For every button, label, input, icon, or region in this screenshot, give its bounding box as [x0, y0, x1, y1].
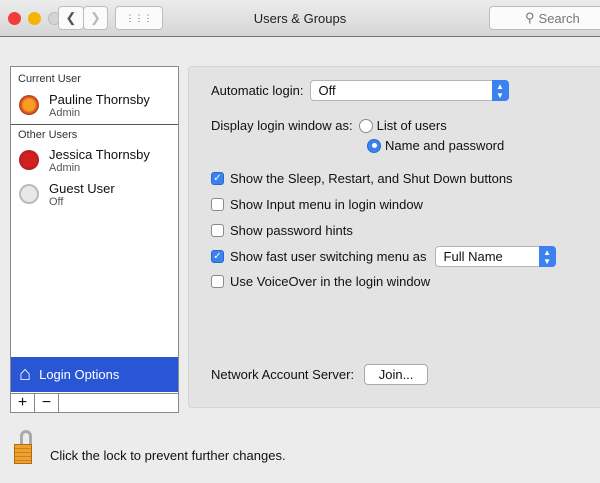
title-bar: ❮ ❯ ⋮⋮⋮ Users & Groups ⚲ Search — [0, 0, 600, 37]
radio-list-of-users[interactable] — [358, 118, 373, 133]
login-options-item[interactable]: ⌂ Login Options — [11, 357, 178, 392]
user-item-pauline[interactable]: Pauline Thornsby Admin — [19, 92, 150, 119]
search-field[interactable]: ⚲ Search — [489, 6, 600, 30]
network-server-label: Network Account Server: — [211, 367, 355, 382]
checkbox[interactable] — [211, 275, 224, 288]
display-login-label: Display login window as: — [211, 118, 353, 133]
user-list: Current User Pauline Thornsby Admin Other… — [10, 66, 179, 413]
user-item-jessica[interactable]: Jessica Thornsby Admin — [19, 147, 150, 174]
checkbox[interactable] — [211, 198, 224, 211]
remove-user-button[interactable]: − — [35, 394, 59, 412]
join-button[interactable]: Join... — [364, 364, 429, 385]
avatar — [19, 150, 39, 170]
guest-avatar-icon — [19, 184, 39, 204]
add-user-button[interactable]: + — [11, 394, 35, 412]
checkbox-row[interactable]: Use VoiceOver in the login window — [211, 274, 430, 289]
user-item-guest[interactable]: Guest User Off — [19, 181, 115, 208]
updown-chevron-icon: ▲ ▼ — [491, 80, 509, 101]
fast-switch-select[interactable]: Full Name ▲ ▼ — [434, 246, 556, 267]
checkbox-row[interactable]: ✓ Show fast user switching menu as Full N… — [211, 246, 556, 267]
checkbox[interactable]: ✓ — [211, 250, 224, 263]
house-icon: ⌂ — [19, 363, 32, 385]
checkbox-row[interactable]: Show Input menu in login window — [211, 197, 423, 212]
automatic-login-select[interactable]: Off ▲ ▼ — [309, 80, 509, 101]
checkbox[interactable] — [211, 224, 224, 237]
checkbox-row[interactable]: Show password hints — [211, 223, 353, 238]
lock-button[interactable] — [14, 430, 36, 464]
updown-chevron-icon: ▲ ▼ — [538, 246, 556, 267]
search-icon: ⚲ — [525, 10, 535, 25]
avatar — [19, 95, 39, 115]
checkbox[interactable]: ✓ — [211, 172, 224, 185]
radio-name-and-password[interactable] — [367, 138, 381, 153]
automatic-login-label: Automatic login: — [211, 83, 304, 98]
add-remove-bar: + − — [11, 393, 178, 412]
login-options-panel: Automatic login: Off ▲ ▼ Display login win… — [188, 66, 600, 408]
other-users-header: Other Users — [18, 129, 78, 141]
lock-text: Click the lock to prevent further change… — [50, 448, 286, 463]
divider — [11, 124, 178, 125]
checkbox-row[interactable]: ✓ Show the Sleep, Restart, and Shut Down … — [211, 171, 513, 186]
current-user-header: Current User — [18, 73, 81, 85]
